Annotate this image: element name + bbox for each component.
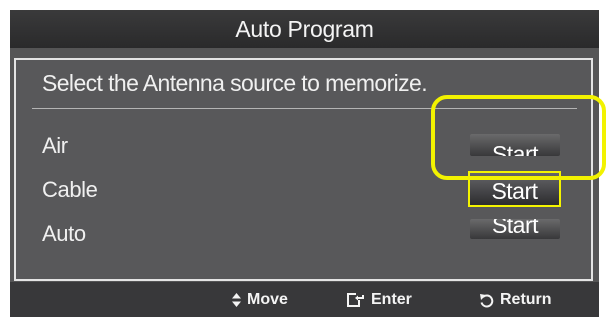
enter-hint: Enter xyxy=(347,291,412,309)
row-label-cable: Cable xyxy=(42,177,98,202)
return-label: Return xyxy=(500,291,552,308)
footer-bar: Move Enter Return xyxy=(10,282,599,317)
content-panel: Select the Antenna source to memorize. A… xyxy=(14,58,593,281)
cable-start-button[interactable]: Start xyxy=(468,171,561,207)
row-label-air: Air xyxy=(42,133,68,158)
auto-start-button[interactable]: Start xyxy=(470,219,560,239)
dialog-title: Auto Program xyxy=(10,10,599,48)
return-hint: Return xyxy=(479,291,552,309)
move-label: Move xyxy=(247,291,288,308)
auto-program-dialog: Auto Program Select the Antenna source t… xyxy=(10,10,606,317)
row-label-auto: Auto xyxy=(42,221,86,246)
air-start-button[interactable]: Start xyxy=(470,134,560,156)
instruction-text: Select the Antenna source to memorize. xyxy=(42,70,428,96)
return-icon xyxy=(479,293,494,308)
up-down-arrows-icon xyxy=(232,293,241,307)
enter-icon xyxy=(347,292,365,308)
enter-label: Enter xyxy=(371,291,412,308)
divider xyxy=(32,108,577,109)
move-hint: Move xyxy=(232,291,288,309)
